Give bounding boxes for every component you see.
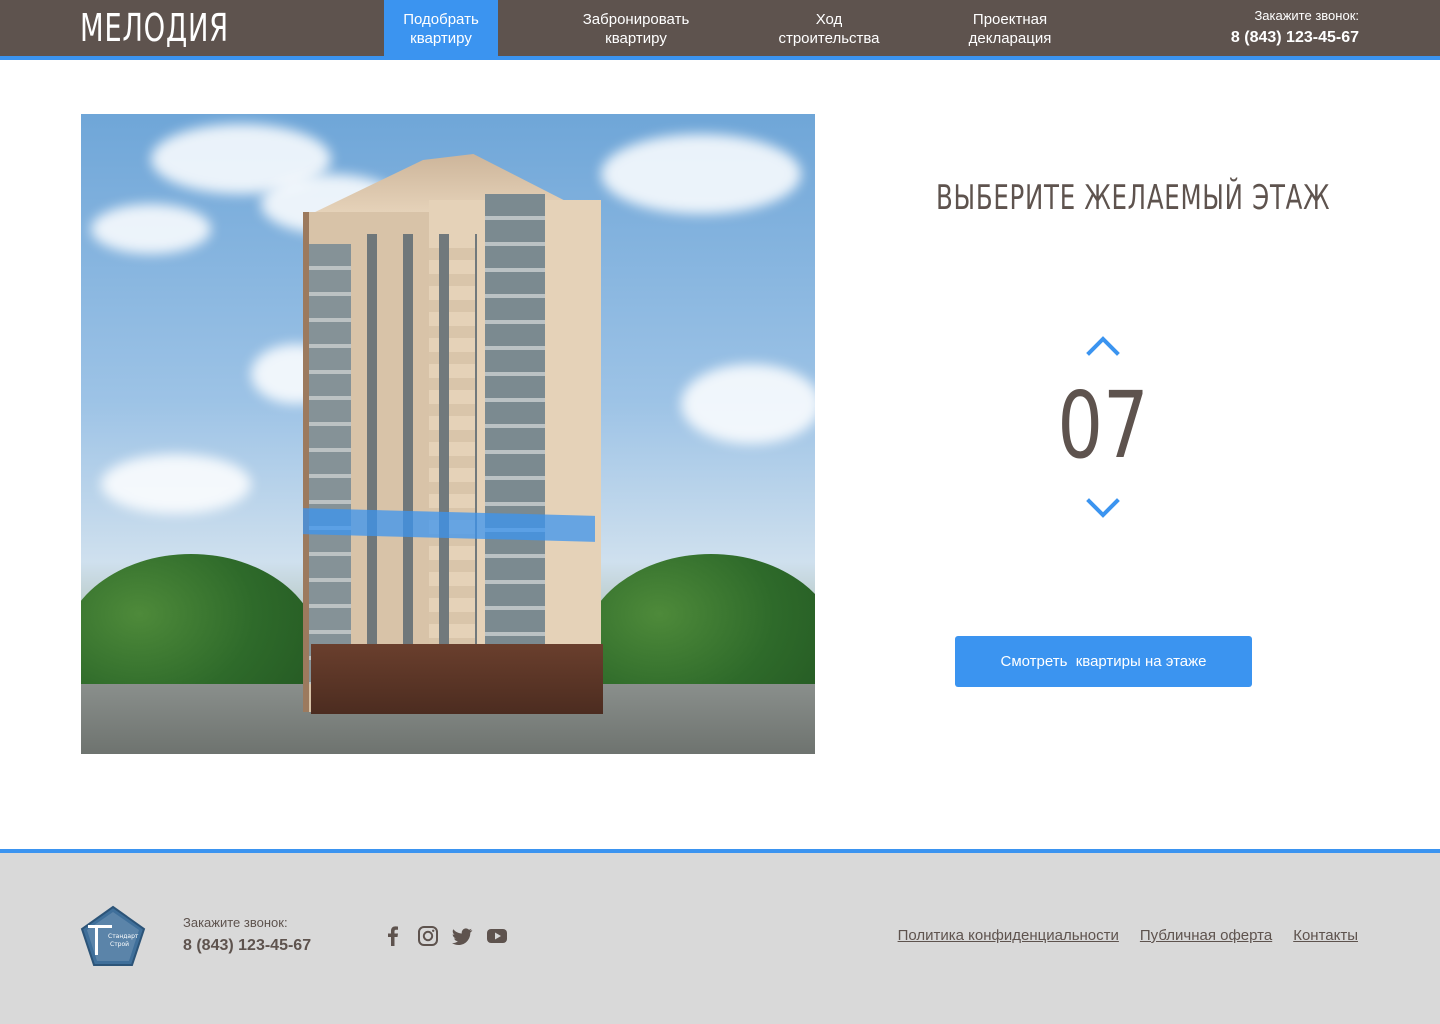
view-floor-apartments-button[interactable]: Смотреть квартиры на этаже <box>955 636 1252 687</box>
svg-text:Стандарт: Стандарт <box>108 933 139 940</box>
standart-stroy-logo-icon[interactable]: Стандарт Строй <box>80 905 146 967</box>
nav-project-declaration[interactable]: Проектная декларация <box>950 0 1070 56</box>
nav-choose-apartment[interactable]: Подобрать квартиру <box>384 0 498 56</box>
header-accent-line <box>0 56 1440 60</box>
header-callback: Закажите звонок: 8 (843) 123-45-67 <box>1231 8 1359 50</box>
building-image <box>81 114 815 754</box>
footer-callback-label[interactable]: Закажите звонок: <box>183 914 311 931</box>
header-phone[interactable]: 8 (843) 123-45-67 <box>1231 26 1359 50</box>
instagram-icon[interactable] <box>417 925 439 947</box>
floor-down-chevron-icon[interactable] <box>1086 498 1120 520</box>
youtube-icon[interactable] <box>486 925 508 947</box>
public-offer-link[interactable]: Публичная оферта <box>1140 926 1272 946</box>
twitter-icon[interactable] <box>451 925 473 947</box>
site-logo[interactable]: МЕЛОДИЯ <box>80 8 229 48</box>
privacy-policy-link[interactable]: Политика конфиденциальности <box>898 926 1119 946</box>
floor-up-chevron-icon[interactable] <box>1086 334 1120 356</box>
footer-links: Политика конфиденциальности Публичная оф… <box>898 926 1358 946</box>
floor-select-title: ВЫБЕРИТЕ ЖЕЛАЕМЫЙ ЭТАЖ <box>936 178 1331 218</box>
footer-callback: Закажите звонок: 8 (843) 123-45-67 <box>183 914 311 958</box>
floor-number: 07 <box>1057 372 1149 479</box>
facebook-icon[interactable] <box>382 925 404 947</box>
callback-label[interactable]: Закажите звонок: <box>1231 8 1359 24</box>
nav-construction-progress[interactable]: Ход строительства <box>764 0 894 56</box>
contacts-link[interactable]: Контакты <box>1293 926 1358 946</box>
site-header: МЕЛОДИЯ Подобрать квартиру Забронировать… <box>0 0 1440 56</box>
svg-text:Строй: Строй <box>110 941 129 948</box>
footer-phone[interactable]: 8 (843) 123-45-67 <box>183 934 311 958</box>
nav-book-apartment[interactable]: Забронировать квартиру <box>566 0 706 56</box>
